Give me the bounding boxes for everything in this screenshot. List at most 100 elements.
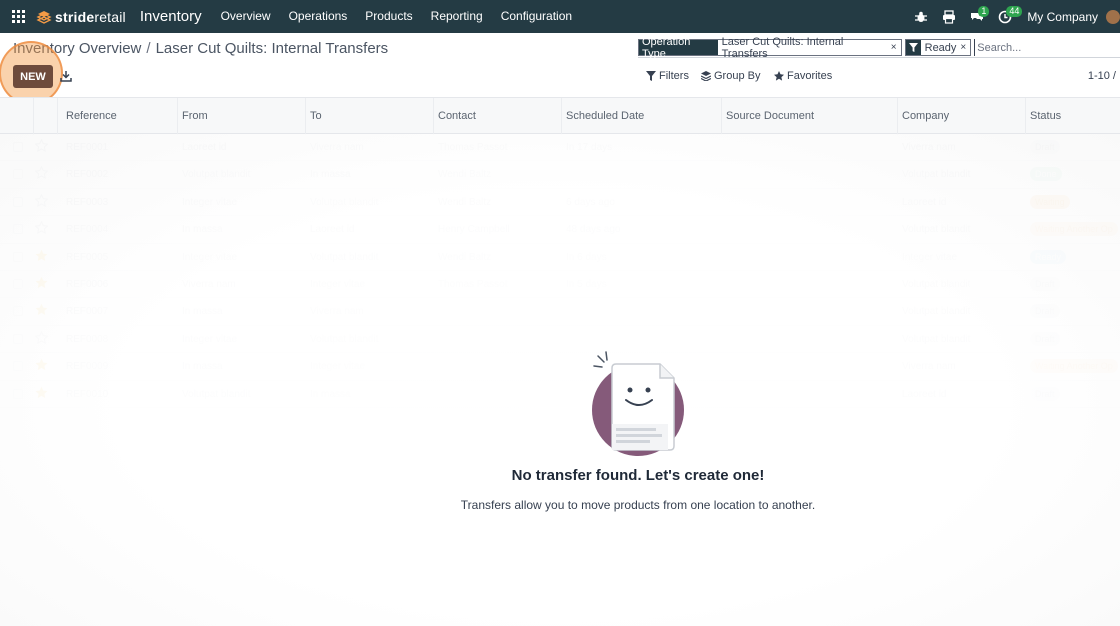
column-header-reference[interactable]: Reference — [66, 110, 117, 122]
column-header-to[interactable]: To — [310, 110, 322, 122]
cell-reference: REF0005 — [66, 251, 109, 263]
row-checkbox[interactable] — [13, 333, 23, 344]
column-header-contact[interactable]: Contact — [438, 110, 476, 122]
company-switcher[interactable]: My Company — [1027, 10, 1098, 24]
cell-company: Laoreet id — [902, 196, 947, 208]
priority-star-icon[interactable] — [35, 193, 48, 207]
status-badge: Draft — [1030, 304, 1060, 319]
cell-company: Laoreet id — [902, 388, 947, 400]
app-menu-icon[interactable] — [0, 0, 36, 33]
cell-to: Volutpat blandit — [310, 251, 379, 263]
row-checkbox[interactable] — [13, 306, 23, 317]
facet-value: Ready — [920, 40, 961, 55]
status-badge: Draft — [1030, 140, 1060, 154]
priority-star-icon[interactable] — [35, 166, 48, 180]
filters-label: Filters — [659, 70, 689, 82]
cell-from: Viverra nam — [182, 278, 236, 290]
menu-configuration[interactable]: Configuration — [492, 0, 581, 33]
table-row[interactable]: REF0001 Laoreet id Viverra nam Thomas Passo… — [0, 134, 1120, 162]
cell-to: Viverra nam — [310, 306, 364, 318]
pager-value[interactable]: 1-10 / — [1088, 70, 1116, 82]
facet-remove-icon[interactable]: × — [890, 40, 901, 55]
filter-funnel-icon — [905, 40, 921, 55]
empty-state-subtitle: Transfers allow you to move products fro… — [460, 498, 816, 512]
cell-scheduled-date: In 6 days — [566, 251, 607, 263]
row-checkbox[interactable] — [13, 224, 23, 235]
cell-from: In massa — [182, 224, 223, 236]
cell-contact: Wendi Baltz — [438, 196, 492, 208]
new-button[interactable]: NEW — [13, 65, 53, 88]
priority-star-icon[interactable] — [35, 139, 48, 152]
table-row[interactable]: REF0004 In massa Laoreet id Henry Campbell 4… — [0, 216, 1120, 244]
download-icon[interactable] — [60, 70, 72, 82]
facet-remove-icon[interactable]: × — [960, 40, 971, 55]
priority-star-icon[interactable] — [35, 386, 48, 399]
status-badge: Waiting — [1030, 194, 1070, 209]
column-header-source-document[interactable]: Source Document — [726, 110, 814, 122]
row-checkbox[interactable] — [13, 388, 23, 399]
search-input[interactable] — [974, 39, 1120, 56]
cell-reference: REF0003 — [66, 196, 109, 208]
activities-clock-icon[interactable]: 44 — [991, 0, 1023, 33]
main-menu: Overview Operations Products Reporting C… — [212, 0, 582, 33]
table-row[interactable]: REF0008 Integer vitae Volutpat blandit Volu… — [0, 326, 1120, 354]
cell-contact: Thomas Passot — [438, 278, 508, 290]
cell-from: Volutpat blandit — [182, 388, 251, 400]
print-icon[interactable] — [935, 0, 963, 33]
priority-star-icon[interactable] — [35, 330, 48, 344]
cell-reference: REF0009 — [66, 361, 109, 373]
filters-toggle[interactable]: Filters — [646, 70, 689, 82]
table-row[interactable]: REF0003 Integer vitae Volutpat blandit Wend… — [0, 189, 1120, 217]
status-badge: Waiting Another Op — [1030, 222, 1118, 237]
table-row[interactable]: REF0006 Viverra nam Integer vitae Thomas Pa… — [0, 271, 1120, 299]
row-checkbox[interactable] — [13, 196, 23, 207]
search-bar: Operation Type Laser Cut Quilts: Interna… — [638, 36, 1120, 60]
messages-icon[interactable]: 1 — [963, 0, 991, 33]
priority-star-icon[interactable] — [35, 221, 48, 235]
table-row[interactable]: REF0010 Volutpat blandit In massa Laoreet i… — [0, 381, 1120, 408]
cell-reference: REF0010 — [66, 388, 109, 400]
cell-company: Volutpat blandit — [902, 169, 971, 181]
cell-from: Integer vitae — [182, 333, 238, 345]
table-row[interactable]: REF0007 In massa Viverra nam Volutpat bland… — [0, 298, 1120, 326]
menu-overview[interactable]: Overview — [212, 0, 280, 33]
debug-bug-icon[interactable] — [907, 0, 935, 33]
row-checkbox[interactable] — [13, 142, 23, 152]
menu-products[interactable]: Products — [356, 0, 421, 33]
row-checkbox[interactable] — [13, 361, 23, 372]
priority-star-icon[interactable] — [35, 276, 48, 289]
cell-scheduled-date: In 5 days — [566, 278, 607, 290]
app-name[interactable]: Inventory — [140, 8, 202, 25]
table-row[interactable]: REF0009 In massa Integer vitae Viverra nam W… — [0, 353, 1120, 381]
priority-star-icon[interactable] — [35, 249, 48, 262]
cell-from: In massa — [182, 306, 223, 318]
column-header-status[interactable]: Status — [1030, 110, 1061, 122]
search-facet-filter[interactable]: Ready × — [904, 39, 972, 56]
row-checkbox[interactable] — [13, 251, 23, 262]
activities-badge: 44 — [1006, 6, 1023, 17]
column-header-from[interactable]: From — [182, 110, 208, 122]
menu-operations[interactable]: Operations — [280, 0, 357, 33]
column-header-scheduled-date[interactable]: Scheduled Date — [566, 110, 644, 122]
brand-logo[interactable]: strideretail — [36, 0, 126, 33]
priority-star-icon[interactable] — [35, 358, 48, 371]
favorites-toggle[interactable]: Favorites — [774, 70, 832, 82]
group-by-toggle[interactable]: Group By — [701, 70, 760, 82]
column-header-company[interactable]: Company — [902, 110, 949, 122]
menu-reporting[interactable]: Reporting — [422, 0, 492, 33]
group-by-label: Group By — [714, 70, 761, 82]
cell-to: Volutpat blandit — [310, 333, 379, 345]
row-checkbox[interactable] — [13, 278, 23, 289]
cell-contact: Thomas Passot — [438, 142, 508, 153]
user-avatar[interactable] — [1106, 9, 1120, 24]
cell-reference: REF0001 — [66, 142, 109, 153]
favorites-label: Favorites — [787, 70, 833, 82]
status-badge: Done — [1030, 167, 1062, 182]
cell-company: Volutpat blandit — [902, 278, 971, 290]
table-row[interactable]: REF0002 Volutpat blandit In massa Wendi Bal… — [0, 161, 1120, 189]
row-checkbox[interactable] — [13, 169, 23, 180]
table-row[interactable]: REF0005 Integer vitae Volutpat blandit Wend… — [0, 244, 1120, 271]
search-facet-operation-type[interactable]: Operation Type Laser Cut Quilts: Interna… — [638, 36, 902, 60]
priority-star-icon[interactable] — [35, 303, 48, 316]
table-header: Reference From To Contact Scheduled Date… — [0, 97, 1120, 135]
